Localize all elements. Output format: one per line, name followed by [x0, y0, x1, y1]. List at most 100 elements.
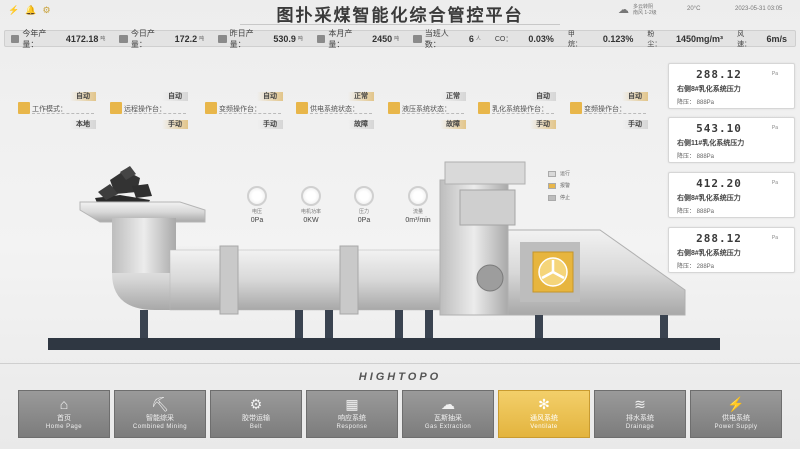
- legend: 运行 报警 停止: [548, 170, 570, 206]
- stats-bar: 今年产量： 4172.18 吨 今日产量： 172.2 吨 昨日产量： 530.…: [4, 28, 796, 50]
- status-badge-top: 自动: [70, 92, 96, 101]
- gauge-label: 压力: [358, 209, 369, 215]
- pressure-label: 右侧11#乳化系统压力: [677, 140, 745, 147]
- gauge-label: 流量: [412, 209, 423, 215]
- stat-label: 本月产量：: [328, 28, 353, 49]
- stat-staff: 当班人数： 6 人: [407, 28, 481, 50]
- power-icon: ⚡: [727, 396, 745, 412]
- weather-line2: 南风 1-2级: [633, 9, 657, 16]
- status-badge-bottom: 本地: [70, 120, 96, 129]
- stat-value: 172.2: [174, 33, 198, 44]
- pressure-unit: Pa: [771, 71, 778, 77]
- nav-home[interactable]: ⌂ 首页 Home Page: [18, 390, 110, 438]
- divider: [32, 113, 94, 114]
- fan-icon[interactable]: [532, 251, 574, 293]
- gas-icon: ☁: [441, 396, 455, 412]
- title-decoration: [240, 22, 560, 25]
- legend-label: 运行: [560, 171, 571, 177]
- stat-value: 530.9: [273, 33, 296, 44]
- status-badge-bottom: 手动: [622, 120, 648, 129]
- gauge-value: 0Pa: [250, 217, 264, 224]
- gas-wind: 风速： 6m/s: [737, 29, 787, 49]
- mining-icon: ⛏: [151, 396, 169, 412]
- nav-sublabel: Combined Mining: [132, 424, 188, 430]
- nav-gas-extraction[interactable]: ☁ 瓦斯抽采 Gas Extraction: [402, 390, 494, 438]
- legend-swatch: [548, 170, 556, 177]
- nav-combined-mining[interactable]: ⛏ 智能综采 Combined Mining: [114, 390, 206, 438]
- stat-unit: 吨: [199, 36, 205, 42]
- nav-drainage[interactable]: ≋ 排水系统 Drainage: [594, 390, 686, 438]
- status-badge-bottom: 手动: [257, 120, 283, 129]
- ventilate-icon: ✻: [538, 396, 550, 412]
- gas-value: 6m/s: [766, 33, 788, 44]
- pressure-panel[interactable]: 288.12 Pa 右侧8#乳化系统压力 降压： 888Pa: [668, 63, 795, 109]
- status-card[interactable]: 自动 远程操作台： 手动: [110, 92, 190, 132]
- gas-methane: 甲烷： 0.123%: [568, 29, 633, 49]
- legend-item: 运行: [548, 170, 570, 177]
- nav-label: 供电系统: [722, 415, 750, 422]
- gauge-dial-icon: [408, 186, 428, 206]
- stat-label: 今日产量：: [130, 28, 155, 49]
- pressure-unit: Pa: [771, 125, 778, 131]
- nav-sublabel: Power Supply: [714, 424, 758, 430]
- gas-value: 0.123%: [602, 33, 634, 44]
- weather: ☁ 多云转阴 南风 1-2级: [618, 3, 657, 17]
- stat-value: 6: [468, 33, 474, 44]
- bottom-nav: ⌂ 首页 Home Page ⛏ 智能综采 Combined Mining ⚙ …: [18, 390, 788, 438]
- status-card[interactable]: 自动 变频操作台： 手动: [205, 92, 285, 132]
- stat-unit: 人: [475, 36, 481, 42]
- gauge-label: 电机功率: [300, 209, 321, 215]
- nav-response[interactable]: ▦ 响应系统 Response: [306, 390, 398, 438]
- belt-icon: ⚙: [249, 396, 263, 412]
- nav-sublabel: Belt: [249, 424, 263, 430]
- nav-ventilate[interactable]: ✻ 通风系统 Ventilate: [498, 390, 590, 438]
- status-card[interactable]: 自动 变频操作台： 手动: [570, 92, 650, 132]
- gas-label: CO：: [494, 35, 513, 43]
- status-badge-bottom: 故障: [348, 120, 374, 129]
- nav-sublabel: Ventilate: [530, 424, 558, 430]
- legend-item: 停止: [548, 194, 570, 201]
- gauge: 电机功率 0KW: [294, 186, 328, 224]
- pressure-unit: Pa: [771, 235, 778, 241]
- gauge-dial-icon: [354, 186, 374, 206]
- status-badge-bottom: 故障: [440, 120, 466, 129]
- status-badge-top: 正常: [348, 92, 374, 101]
- legend-swatch: [548, 194, 556, 201]
- divider: [402, 113, 464, 114]
- nav-power-supply[interactable]: ⚡ 供电系统 Power Supply: [690, 390, 782, 438]
- gauge-dial-icon: [247, 186, 267, 206]
- stat-unit: 吨: [394, 36, 400, 42]
- nav-label: 排水系统: [626, 415, 654, 422]
- stat-unit: 吨: [297, 36, 303, 42]
- status-card[interactable]: 自动 乳化系统操作台： 手动: [478, 92, 558, 132]
- nav-label: 响应系统: [338, 415, 366, 422]
- gauge-dial-icon: [301, 186, 321, 206]
- mine-icon: [119, 34, 128, 43]
- pressure-delta: 降压： 888Pa: [677, 100, 715, 106]
- nav-sublabel: Drainage: [625, 424, 655, 430]
- stat-today: 今日产量： 172.2 吨: [113, 28, 204, 50]
- gauge-value: 0KW: [303, 217, 319, 224]
- status-card[interactable]: 自动 工作模式： 本地: [18, 92, 98, 132]
- legend-item: 报警: [548, 182, 570, 189]
- box-icon: [296, 102, 308, 114]
- box-icon: [110, 102, 122, 114]
- box-icon: [18, 102, 30, 114]
- nav-label: 智能综采: [146, 415, 174, 422]
- legend-label: 停止: [560, 195, 571, 201]
- gas-value: 0.03%: [528, 33, 554, 44]
- nav-label: 胶带运输: [242, 415, 270, 422]
- datetime: 2023-05-31 03:05: [735, 6, 783, 12]
- person-icon: [413, 34, 422, 43]
- gauge: 流量 0m³/min: [396, 186, 440, 224]
- nav-sublabel: Home Page: [45, 424, 83, 430]
- fan-port: [476, 264, 504, 292]
- divider: [492, 113, 554, 114]
- mine-icon: [316, 34, 326, 43]
- gas-label: 甲烷：: [567, 30, 582, 48]
- stat-unit: 吨: [100, 36, 106, 42]
- status-card[interactable]: 正常 液压系统状态： 故障: [388, 92, 468, 132]
- status-card[interactable]: 正常 供电系统状态： 故障: [296, 92, 376, 132]
- nav-sublabel: Response: [336, 424, 368, 430]
- nav-belt[interactable]: ⚙ 胶带运输 Belt: [210, 390, 302, 438]
